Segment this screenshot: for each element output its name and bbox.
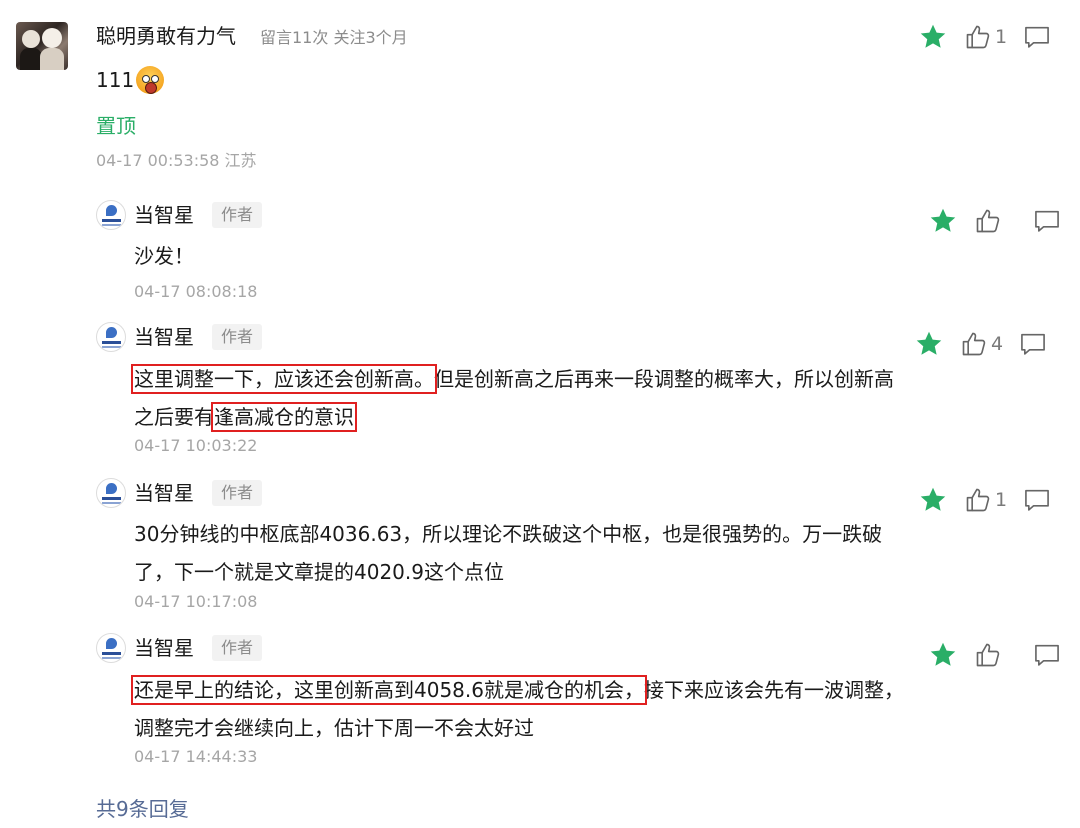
author-badge: 作者 (212, 635, 263, 661)
comment-text-content: 111 (96, 68, 135, 92)
like-count: 1 (995, 489, 1008, 511)
reply-item: 当智星 作者 还是早上的结论，这里创新高到4058.6就是减仓的机会，接下来应该… (96, 633, 916, 773)
highlighted-text: 这里调整一下，应该还会创新高。 (131, 364, 437, 394)
star-icon[interactable] (928, 206, 958, 236)
user-avatar[interactable] (16, 22, 68, 70)
reply-bubble-icon[interactable] (1023, 486, 1051, 514)
star-icon[interactable] (918, 22, 948, 52)
reply-time: 04-17 08:08:18 (134, 282, 258, 301)
like-button[interactable]: 1 (964, 23, 1007, 51)
reply-text-part: 沙发！ (134, 244, 194, 268)
star-icon[interactable] (918, 485, 948, 515)
shocked-emoji-icon (136, 66, 165, 94)
author-avatar[interactable] (96, 633, 126, 663)
reply-bubble-icon[interactable] (1023, 23, 1051, 51)
author-name: 当智星 (134, 636, 194, 660)
pinned-label: 置顶 (96, 114, 136, 138)
reply-time: 04-17 10:17:08 (134, 592, 258, 611)
thumbs-up-icon (962, 332, 986, 356)
commenter-meta: 留言11次 关注3个月 (260, 28, 408, 47)
author-avatar[interactable] (96, 322, 126, 352)
like-count: 4 (991, 333, 1004, 355)
thumbs-up-icon (976, 643, 1000, 667)
author-name: 当智星 (134, 481, 194, 505)
reply-text: 还是早上的结论，这里创新高到4058.6就是减仓的机会，接下来应该会先有一波调整… (131, 671, 904, 747)
comment-thread: 聪明勇敢有力气 留言11次 关注3个月 111 置顶 04-17 00:53:5… (0, 0, 1080, 828)
comment-time: 04-17 00:53:58 江苏 (96, 151, 257, 170)
star-icon[interactable] (928, 640, 958, 670)
like-button[interactable]: 1 (964, 486, 1007, 514)
reply-text: 这里调整一下，应该还会创新高。但是创新高之后再来一段调整的概率大，所以创新高之后… (131, 360, 904, 436)
comment-text: 111 (96, 66, 165, 94)
reply-item: 当智星 作者 沙发！ 04-17 08:08:18 (96, 200, 916, 310)
reply-actions (928, 206, 1061, 236)
commenter-nickname: 聪明勇敢有力气 (96, 24, 236, 48)
reply-item: 当智星 作者 这里调整一下，应该还会创新高。但是创新高之后再来一段调整的概率大，… (96, 322, 916, 462)
like-button[interactable]: 4 (960, 330, 1003, 358)
author-avatar[interactable] (96, 478, 126, 508)
author-badge: 作者 (212, 480, 263, 506)
author-name: 当智星 (134, 203, 194, 227)
thumbs-up-icon (976, 209, 1000, 233)
like-count: 1 (995, 26, 1008, 48)
like-button[interactable] (974, 207, 1017, 235)
reply-bubble-icon[interactable] (1033, 641, 1061, 669)
star-icon[interactable] (914, 329, 944, 359)
reply-bubble-icon[interactable] (1019, 330, 1047, 358)
reply-actions: 4 (914, 329, 1047, 359)
reply-actions: 1 (918, 485, 1051, 515)
reply-item: 当智星 作者 30分钟线的中枢底部4036.63，所以理论不跌破这个中枢，也是很… (96, 478, 916, 618)
author-badge: 作者 (212, 324, 263, 350)
author-name: 当智星 (134, 325, 194, 349)
highlighted-text: 逢高减仓的意识 (211, 402, 357, 432)
reply-time: 04-17 14:44:33 (134, 747, 258, 766)
reply-text: 30分钟线的中枢底部4036.63，所以理论不跌破这个中枢，也是很强势的。万一跌… (134, 515, 904, 591)
thumbs-up-icon (966, 488, 990, 512)
author-avatar[interactable] (96, 200, 126, 230)
highlighted-text: 还是早上的结论，这里创新高到4058.6就是减仓的机会， (131, 675, 647, 705)
thumbs-up-icon (966, 25, 990, 49)
reply-text-part: 30分钟线的中枢底部4036.63，所以理论不跌破这个中枢，也是很强势的。万一跌… (134, 522, 883, 584)
main-comment-actions: 1 (918, 22, 1051, 52)
reply-bubble-icon[interactable] (1033, 207, 1061, 235)
view-all-replies-link[interactable]: 共9条回复 (96, 793, 189, 822)
like-button[interactable] (974, 641, 1017, 669)
reply-actions (928, 640, 1061, 670)
reply-text: 沙发！ (134, 237, 904, 275)
author-badge: 作者 (212, 202, 263, 228)
reply-time: 04-17 10:03:22 (134, 436, 258, 455)
